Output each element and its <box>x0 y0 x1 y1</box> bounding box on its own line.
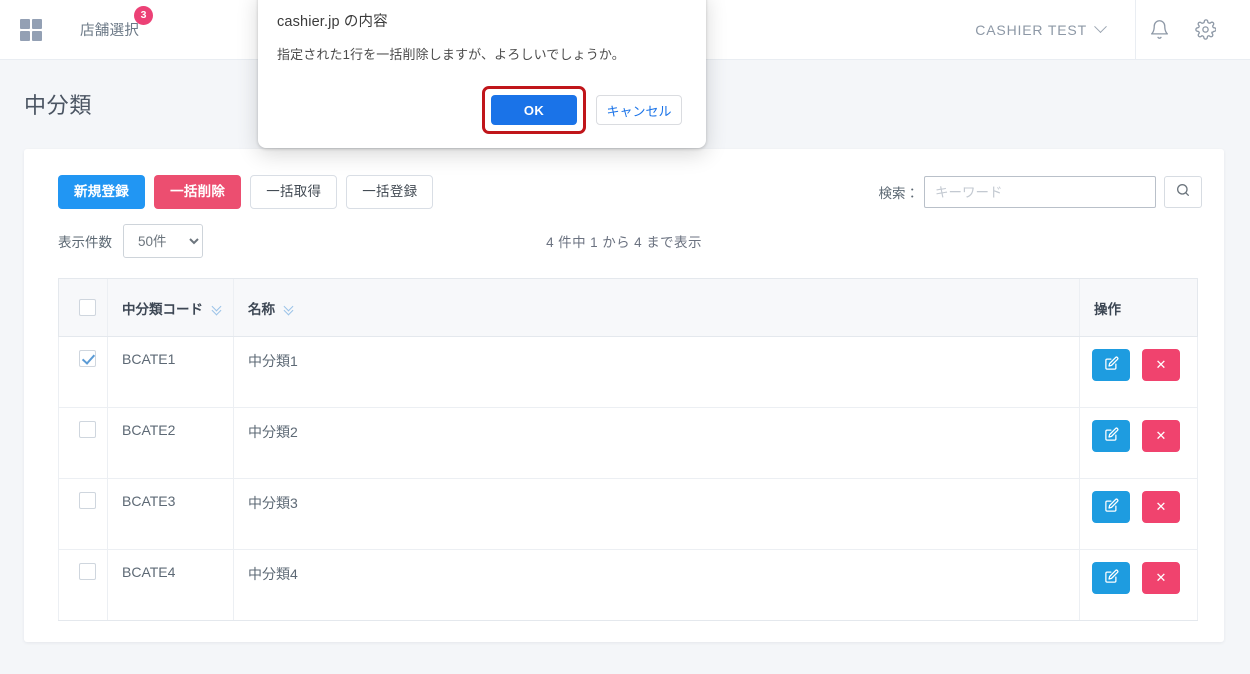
dialog-message: 指定された1行を一括削除しますが、よろしいでしょうか。 <box>277 47 625 62</box>
cell-name: 中分類1 <box>233 336 1080 408</box>
delete-row-button[interactable]: ✕ <box>1141 491 1180 523</box>
edit-row-button[interactable] <box>1092 562 1130 594</box>
column-label-ops: 操作 <box>1094 301 1121 317</box>
user-name-label: CASHIER TEST <box>975 21 1087 38</box>
search-input[interactable] <box>924 176 1156 208</box>
data-table: 中分類コード 名称 操作 BCATE1 中分類1 ✕ BCATE2 中分類2 ✕… <box>58 278 1198 621</box>
grid-cell <box>32 18 42 29</box>
row-actions: ✕ <box>1079 407 1198 479</box>
table-head: 中分類コード 名称 操作 <box>58 278 1198 337</box>
column-label-code: 中分類コード <box>122 301 203 317</box>
table-body: BCATE1 中分類1 ✕ BCATE2 中分類2 ✕ BCATE3 中分類3 … <box>58 336 1198 621</box>
new-register-button[interactable]: 新規登録 <box>58 175 146 209</box>
row-checkbox[interactable] <box>79 562 96 580</box>
bulk-delete-button[interactable]: 一括削除 <box>154 175 242 209</box>
cell-name: 中分類4 <box>233 549 1080 621</box>
row-select-cell <box>58 407 108 479</box>
store-badge: 3 <box>134 6 154 25</box>
search-area: 検索： <box>878 176 1202 208</box>
sort-icon-name[interactable] <box>283 301 295 315</box>
table-row: BCATE2 中分類2 ✕ <box>58 407 1198 479</box>
search-icon <box>1175 182 1191 203</box>
delete-row-button[interactable]: ✕ <box>1141 562 1180 594</box>
select-all-header <box>58 278 108 337</box>
cell-code: BCATE3 <box>107 478 234 550</box>
page-size-select[interactable]: 50件 <box>123 224 203 258</box>
gear-icon <box>1194 19 1216 40</box>
row-select-cell <box>58 549 108 621</box>
bulk-get-button[interactable]: 一括取得 <box>250 175 338 209</box>
row-actions: ✕ <box>1079 336 1198 408</box>
cell-code: BCATE2 <box>107 407 234 479</box>
dialog-ok-button[interactable]: OK <box>491 95 577 125</box>
bulk-register-button[interactable]: 一括登録 <box>346 175 434 209</box>
row-select-cell <box>58 336 108 408</box>
row-checkbox[interactable] <box>79 420 96 438</box>
row-actions: ✕ <box>1079 478 1198 550</box>
edit-icon <box>1104 569 1119 587</box>
store-select-label: 店舗選択 <box>80 23 140 39</box>
user-menu[interactable]: CASHIER TEST <box>975 20 1135 38</box>
edit-row-button[interactable] <box>1092 349 1130 381</box>
grid-cell <box>32 30 42 41</box>
grid-menu-icon[interactable] <box>20 18 42 41</box>
row-actions: ✕ <box>1079 549 1198 621</box>
column-header-name: 名称 <box>233 278 1080 337</box>
dialog-title: cashier.jp の内容 <box>277 14 388 30</box>
row-select-cell <box>58 478 108 550</box>
chevron-down-icon <box>1094 20 1107 34</box>
delete-row-button[interactable]: ✕ <box>1141 349 1180 381</box>
sort-icon-code[interactable] <box>211 301 223 315</box>
table-row: BCATE1 中分類1 ✕ <box>58 336 1198 408</box>
table-row: BCATE3 中分類3 ✕ <box>58 478 1198 550</box>
cell-name: 中分類3 <box>233 478 1080 550</box>
row-checkbox[interactable] <box>79 491 96 509</box>
cell-code: BCATE1 <box>107 336 234 408</box>
grid-cell <box>20 18 30 29</box>
confirm-dialog: cashier.jp の内容 指定された1行を一括削除しますが、よろしいでしょう… <box>258 0 706 148</box>
edit-row-button[interactable] <box>1092 420 1130 452</box>
dialog-cancel-button[interactable]: キャンセル <box>596 95 682 125</box>
cell-name: 中分類2 <box>233 407 1080 479</box>
table-container: 中分類コード 名称 操作 BCATE1 中分類1 ✕ BCATE2 中分類2 ✕… <box>24 258 1224 621</box>
edit-icon <box>1104 427 1119 445</box>
toolbar: 新規登録 一括削除 一括取得 一括登録 検索： <box>24 175 1224 209</box>
subbar: 表示件数 50件 4 件中 1 から 4 まで表示 <box>24 209 1224 258</box>
search-label: 検索： <box>878 186 920 201</box>
notifications-button[interactable] <box>1136 0 1182 60</box>
dialog-actions: OK キャンセル <box>277 86 682 134</box>
header-right: CASHIER TEST <box>975 0 1228 60</box>
edit-icon <box>1104 498 1119 516</box>
table-header-row: 中分類コード 名称 操作 <box>58 278 1198 337</box>
column-label-name: 名称 <box>248 301 275 317</box>
record-count-info: 4 件中 1 から 4 まで表示 <box>546 235 702 250</box>
settings-button[interactable] <box>1182 0 1228 60</box>
content-card: 新規登録 一括削除 一括取得 一括登録 検索： 表示件数 50件 4 件中 1 … <box>24 149 1224 642</box>
search-button[interactable] <box>1164 176 1202 208</box>
bell-icon <box>1149 19 1170 40</box>
column-header-code: 中分類コード <box>107 278 234 337</box>
column-header-ops: 操作 <box>1079 278 1198 337</box>
row-checkbox[interactable] <box>79 349 96 367</box>
ok-button-highlight: OK <box>482 86 586 134</box>
store-select-button[interactable]: 店舗選択 3 <box>80 6 154 40</box>
page-size-label: 表示件数 <box>58 235 112 250</box>
edit-icon <box>1104 356 1119 374</box>
grid-cell <box>20 30 30 41</box>
select-all-checkbox[interactable] <box>79 299 96 316</box>
table-row: BCATE4 中分類4 ✕ <box>58 549 1198 621</box>
edit-row-button[interactable] <box>1092 491 1130 523</box>
delete-row-button[interactable]: ✕ <box>1141 420 1180 452</box>
cell-code: BCATE4 <box>107 549 234 621</box>
